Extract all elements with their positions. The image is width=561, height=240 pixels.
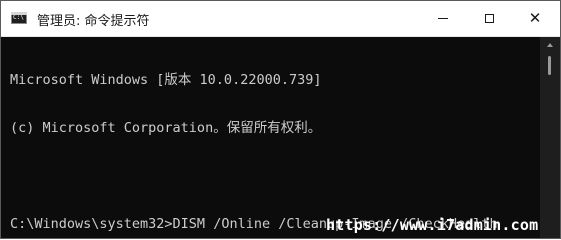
scroll-up-arrow-icon[interactable] xyxy=(547,43,553,47)
close-button[interactable]: ✕ xyxy=(512,1,558,36)
close-icon: ✕ xyxy=(528,9,542,27)
maximize-button[interactable] xyxy=(466,1,512,36)
console-line: Microsoft Windows [版本 10.0.22000.739] xyxy=(10,72,322,88)
console-icon[interactable]: C:\ xyxy=(11,12,27,24)
maximize-icon xyxy=(484,14,494,23)
window-title: 管理员: 命令提示符 xyxy=(37,14,150,29)
title-bar[interactable]: C:\ 管理员: 命令提示符 ✕ xyxy=(1,1,560,37)
minimize-icon xyxy=(438,18,448,19)
scrollbar-thumb[interactable] xyxy=(548,56,551,75)
console-output[interactable]: Microsoft Windows [版本 10.0.22000.739] (c… xyxy=(1,37,540,238)
console-line: (c) Microsoft Corporation。保留所有权利。 xyxy=(10,120,322,136)
minimize-button[interactable] xyxy=(420,1,466,36)
vertical-scrollbar[interactable] xyxy=(540,37,560,238)
watermark-text: https://www.i7admin.com xyxy=(326,216,539,234)
command-prompt-window: C:\ 管理员: 命令提示符 ✕ Microsoft Windows [版本 1… xyxy=(0,0,561,239)
